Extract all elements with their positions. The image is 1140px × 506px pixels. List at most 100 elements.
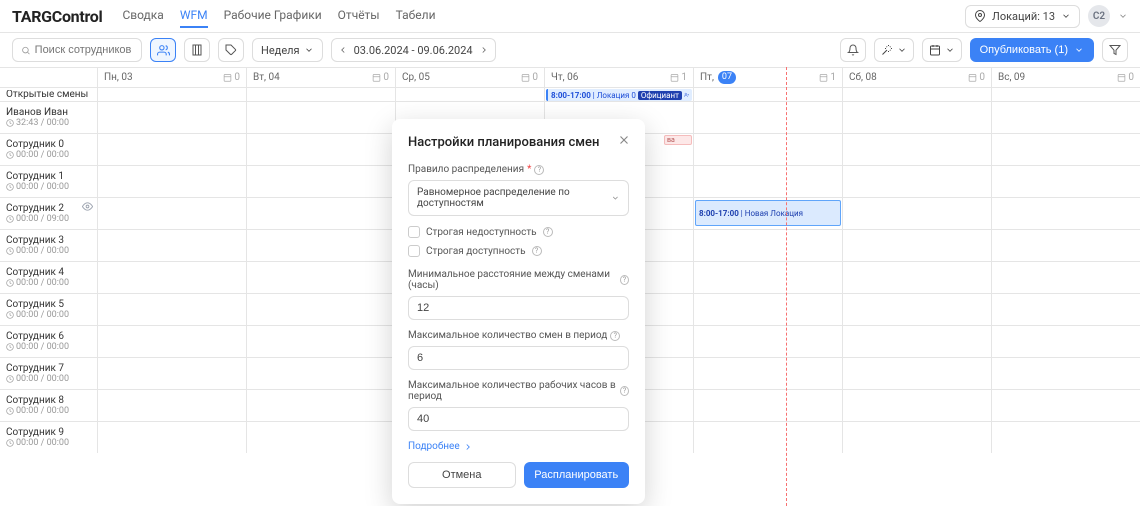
- grid-cell[interactable]: [98, 198, 247, 229]
- grid-cell[interactable]: [694, 88, 843, 101]
- grid-cell[interactable]: [247, 326, 396, 357]
- grid-cell[interactable]: [694, 358, 843, 389]
- grid-cell[interactable]: 8:00-17:00 | Новая Локация: [694, 198, 843, 229]
- grid-cell[interactable]: [694, 390, 843, 421]
- grid-cell[interactable]: [992, 358, 1140, 389]
- rule-select[interactable]: Равномерное распределение по доступностя…: [408, 180, 629, 216]
- grid-cell[interactable]: [694, 134, 843, 165]
- gap-input[interactable]: [408, 296, 629, 320]
- close-button[interactable]: [617, 133, 631, 147]
- grid-cell[interactable]: [694, 262, 843, 293]
- grid-cell[interactable]: [247, 390, 396, 421]
- grid-cell[interactable]: [992, 230, 1140, 261]
- grid-cell[interactable]: [247, 230, 396, 261]
- shift-chip-partial[interactable]: ва: [664, 135, 692, 145]
- filter-button[interactable]: [1102, 38, 1128, 62]
- grid-cell[interactable]: [247, 262, 396, 293]
- grid-cell[interactable]: [247, 422, 396, 453]
- strict-unavailable-checkbox[interactable]: Строгая недоступность ?: [408, 226, 629, 238]
- date-range-label[interactable]: 03.06.2024 - 09.06.2024: [354, 44, 473, 57]
- view-tag-button[interactable]: [218, 38, 244, 62]
- calendar-button[interactable]: [922, 38, 962, 62]
- grid-cell[interactable]: [247, 358, 396, 389]
- grid-cell[interactable]: [992, 294, 1140, 325]
- grid-cell[interactable]: [843, 198, 992, 229]
- chevron-down-icon[interactable]: [1118, 11, 1128, 21]
- chevron-right-icon[interactable]: [479, 45, 489, 55]
- more-link[interactable]: Подробнее: [408, 441, 629, 452]
- grid-cell[interactable]: [247, 198, 396, 229]
- grid-cell[interactable]: [843, 358, 992, 389]
- grid-cell[interactable]: [247, 102, 396, 133]
- grid-cell[interactable]: [992, 262, 1140, 293]
- shift-chip[interactable]: 8:00-17:00 | Локация 0 Официант: [546, 89, 692, 101]
- avatar[interactable]: C2: [1088, 5, 1110, 27]
- grid-cell[interactable]: [247, 166, 396, 197]
- grid-cell[interactable]: [694, 230, 843, 261]
- grid-cell[interactable]: [843, 102, 992, 133]
- grid-cell[interactable]: [694, 422, 843, 453]
- grid-cell[interactable]: [98, 134, 247, 165]
- magic-button[interactable]: [874, 38, 914, 62]
- grid-cell[interactable]: [396, 88, 545, 101]
- nav-tab-Отчёты[interactable]: Отчёты: [338, 4, 380, 28]
- publish-button[interactable]: Опубликовать (1): [970, 38, 1094, 62]
- help-icon[interactable]: ?: [610, 331, 620, 341]
- grid-cell[interactable]: [992, 422, 1140, 453]
- help-icon[interactable]: ?: [543, 227, 553, 237]
- help-icon[interactable]: ?: [532, 246, 542, 256]
- grid-cell[interactable]: [843, 230, 992, 261]
- locations-dropdown[interactable]: Локаций: 13: [965, 5, 1080, 28]
- nav-tab-Табели[interactable]: Табели: [396, 4, 436, 28]
- grid-cell[interactable]: [843, 294, 992, 325]
- grid-cell[interactable]: [843, 88, 992, 101]
- grid-cell[interactable]: [694, 166, 843, 197]
- grid-cell[interactable]: [992, 134, 1140, 165]
- submit-button[interactable]: Распланировать: [524, 462, 630, 488]
- grid-cell[interactable]: [98, 262, 247, 293]
- bell-button[interactable]: [840, 38, 866, 62]
- grid-cell[interactable]: [98, 390, 247, 421]
- shift-chip[interactable]: 8:00-17:00 | Новая Локация: [695, 200, 841, 226]
- grid-cell[interactable]: [98, 88, 247, 101]
- grid-cell[interactable]: [992, 166, 1140, 197]
- grid-cell[interactable]: [992, 198, 1140, 229]
- grid-cell[interactable]: [992, 102, 1140, 133]
- grid-cell[interactable]: [694, 326, 843, 357]
- maxhours-input[interactable]: [408, 407, 629, 431]
- grid-cell[interactable]: [843, 134, 992, 165]
- grid-cell[interactable]: [98, 166, 247, 197]
- grid-cell[interactable]: [992, 390, 1140, 421]
- grid-cell[interactable]: [247, 88, 396, 101]
- grid-cell[interactable]: [98, 358, 247, 389]
- nav-tab-Рабочие Графики[interactable]: Рабочие Графики: [224, 4, 322, 28]
- nav-tab-Сводка[interactable]: Сводка: [122, 4, 163, 28]
- grid-cell[interactable]: [98, 102, 247, 133]
- grid-cell[interactable]: [843, 390, 992, 421]
- grid-cell[interactable]: [98, 422, 247, 453]
- help-icon[interactable]: ?: [620, 275, 629, 285]
- strict-available-checkbox[interactable]: Строгая доступность ?: [408, 245, 629, 257]
- grid-cell[interactable]: [992, 88, 1140, 101]
- grid-cell[interactable]: [843, 262, 992, 293]
- grid-cell[interactable]: [247, 134, 396, 165]
- cancel-button[interactable]: Отмена: [408, 462, 516, 488]
- chevron-left-icon[interactable]: [338, 45, 348, 55]
- grid-cell[interactable]: [247, 294, 396, 325]
- grid-cell[interactable]: [843, 422, 992, 453]
- grid-cell[interactable]: [694, 102, 843, 133]
- grid-cell[interactable]: 8:00-17:00 | Локация 0 Официант: [545, 88, 694, 101]
- view-people-button[interactable]: [150, 38, 176, 62]
- grid-cell[interactable]: [843, 326, 992, 357]
- nav-tab-WFM[interactable]: WFM: [180, 4, 208, 28]
- search-input[interactable]: [35, 44, 133, 56]
- search-input-wrap[interactable]: [12, 38, 142, 62]
- help-icon[interactable]: ?: [620, 386, 629, 396]
- help-icon[interactable]: ?: [534, 165, 544, 175]
- grid-cell[interactable]: [694, 294, 843, 325]
- grid-cell[interactable]: [98, 326, 247, 357]
- maxshifts-input[interactable]: [408, 346, 629, 370]
- grid-cell[interactable]: [843, 166, 992, 197]
- period-select[interactable]: Неделя: [252, 38, 323, 62]
- grid-cell[interactable]: [98, 294, 247, 325]
